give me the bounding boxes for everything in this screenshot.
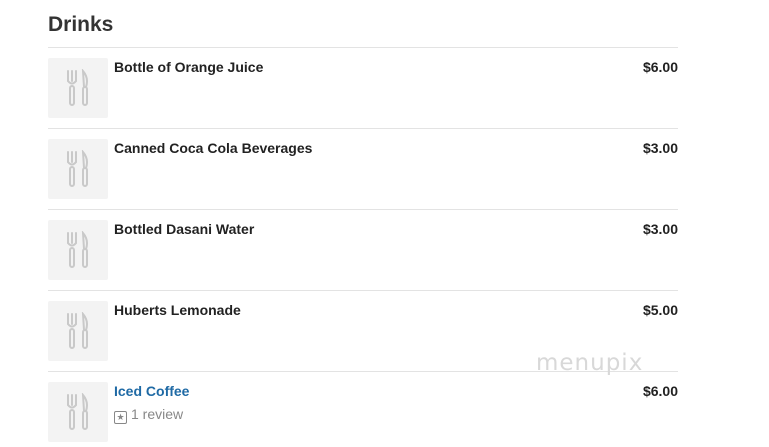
item-name: Canned Coca Cola Beverages <box>114 140 313 156</box>
menu-item: Canned Coca Cola Beverages $3.00 <box>48 128 678 209</box>
item-price: $6.00 <box>642 383 678 399</box>
item-name-link[interactable]: Iced Coffee <box>114 383 189 399</box>
item-thumbnail <box>48 139 108 199</box>
menu-page: Drinks Bottle of Orange Juice $6.00 Cann… <box>0 0 769 447</box>
menu-item: Iced Coffee ★ 1 review $6.00 <box>48 371 678 447</box>
menu-item: Bottle of Orange Juice $6.00 <box>48 47 678 128</box>
item-thumbnail <box>48 382 108 442</box>
item-name: Bottled Dasani Water <box>114 221 255 237</box>
menu-item: Bottled Dasani Water $3.00 <box>48 209 678 290</box>
item-thumbnail <box>48 58 108 118</box>
watermark-logo: menupix <box>536 350 644 376</box>
star-icon: ★ <box>114 411 127 424</box>
fork-knife-icon <box>67 69 88 106</box>
item-price: $3.00 <box>642 140 678 156</box>
item-thumbnail <box>48 301 108 361</box>
fork-knife-icon <box>67 312 88 349</box>
item-name: Bottle of Orange Juice <box>114 59 264 75</box>
menu-list: Bottle of Orange Juice $6.00 Canned Coca… <box>48 47 678 447</box>
item-name: Huberts Lemonade <box>114 302 241 318</box>
item-price: $5.00 <box>642 302 678 318</box>
fork-knife-icon <box>67 231 88 268</box>
section-title: Drinks <box>48 13 114 36</box>
fork-knife-icon <box>67 393 88 430</box>
item-price: $6.00 <box>642 59 678 75</box>
item-thumbnail <box>48 220 108 280</box>
review-link[interactable]: ★ 1 review <box>114 406 183 424</box>
item-price: $3.00 <box>642 221 678 237</box>
fork-knife-icon <box>67 150 88 187</box>
review-count: 1 review <box>131 406 184 422</box>
